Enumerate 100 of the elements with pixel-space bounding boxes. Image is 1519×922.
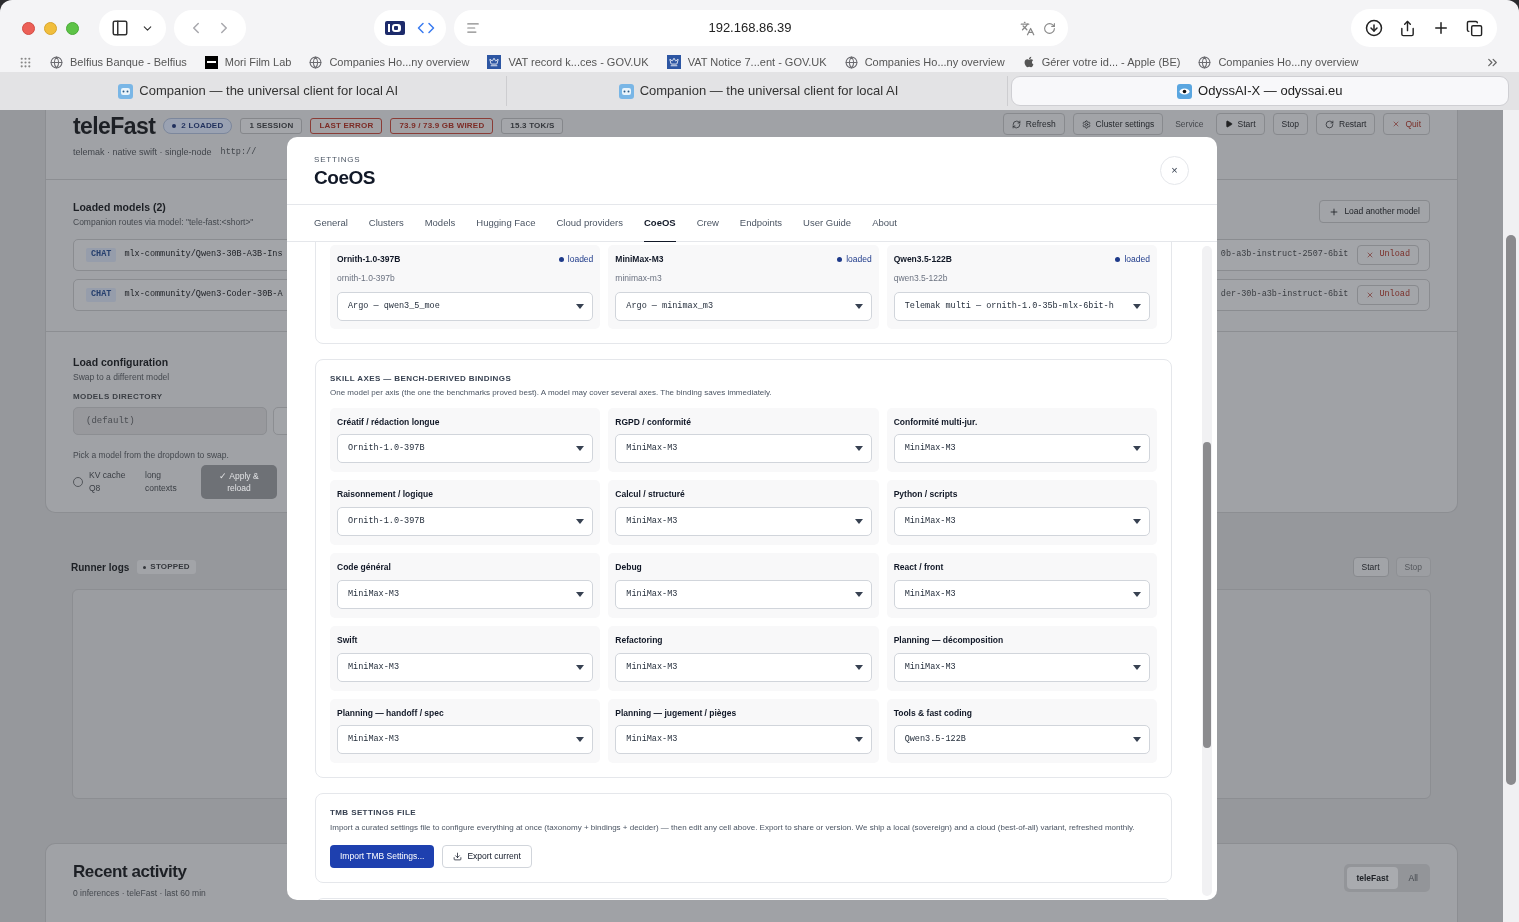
bookmark[interactable]: Belfius Banque - Belfius xyxy=(50,53,187,71)
filter-toggle[interactable]: teleFast xyxy=(1347,867,1398,889)
zoom-window-button[interactable] xyxy=(66,21,79,35)
start-button[interactable]: Start xyxy=(1215,113,1265,135)
section-subtitle: Companion routes via model: "tele-fast:<short>" xyxy=(73,215,254,229)
model-path: 0b-a3b-instruct-2507-6bit xyxy=(1220,248,1349,261)
translate-icon[interactable] xyxy=(1020,20,1035,36)
download-icon xyxy=(453,852,463,862)
bookmark[interactable]: VAT Notice 7...ent - GOV.UK xyxy=(666,53,827,71)
plus-icon xyxy=(1329,206,1340,217)
browser-tab[interactable]: OdyssAI-X — odyssai.eu xyxy=(1010,76,1509,106)
field-label: MODELS DIRECTORY xyxy=(73,390,163,403)
settings-tab[interactable]: Endpoints xyxy=(739,205,783,242)
bookmark[interactable]: Mori Film Lab xyxy=(204,53,292,71)
refresh-button[interactable]: Refresh xyxy=(1002,113,1065,135)
settings-tab[interactable]: User Guide xyxy=(803,205,852,242)
settings-tab[interactable]: CoeOS xyxy=(644,205,676,242)
scrollbar-thumb[interactable] xyxy=(1203,442,1211,748)
import-settings-button[interactable]: Import TMB Settings... xyxy=(330,845,435,869)
axis-label: Planning — handoff / spec xyxy=(337,706,445,720)
axis-label: Code général xyxy=(337,561,392,574)
load-model-button[interactable]: Load another model xyxy=(1319,200,1430,223)
settings-tab[interactable]: General xyxy=(314,205,348,242)
model-select[interactable]: MiniMax-M3 xyxy=(893,434,1150,464)
model-status: loaded xyxy=(558,253,594,266)
model-select[interactable]: MiniMax-M3 xyxy=(337,725,594,755)
page-menu-icon[interactable] xyxy=(466,21,480,35)
settings-tab[interactable]: Cloud providers xyxy=(556,205,623,242)
model-select[interactable]: Ornith-1.0-397B xyxy=(337,507,594,536)
model-select[interactable]: MiniMax-M3 xyxy=(615,725,872,755)
apps-grid-icon[interactable] xyxy=(19,55,32,69)
browser-tab[interactable]: Companion — the universal client for local AI xyxy=(510,76,1008,106)
quit-button[interactable]: Quit xyxy=(1383,113,1430,135)
model-select[interactable]: Argo — qwen3_5_moe xyxy=(337,291,594,321)
caret-icon xyxy=(854,737,863,743)
model-select[interactable]: Argo — minimax_m3 xyxy=(615,291,872,321)
status-badge: 73.9 / 73.9 GB WIRED xyxy=(390,118,494,134)
model-select[interactable]: MiniMax-M3 xyxy=(615,507,872,536)
globe-icon xyxy=(1198,55,1212,69)
model-select[interactable]: Ornith-1.0-397B xyxy=(337,434,594,464)
tab-overview-icon[interactable] xyxy=(1466,19,1483,37)
globe-icon xyxy=(844,55,858,69)
export-button[interactable]: Export current xyxy=(442,845,532,869)
minimize-window-button[interactable] xyxy=(44,21,57,35)
reload-icon[interactable] xyxy=(1043,21,1056,35)
bookmark[interactable]: Companies Ho...ny overview xyxy=(844,53,1005,71)
stop-button[interactable]: Stop xyxy=(1272,113,1308,135)
caret-icon xyxy=(1133,303,1141,309)
cluster-subtitle: telemak · native swift · single-node xyxy=(73,146,212,159)
model-select[interactable]: Qwen3.5-122B xyxy=(893,725,1150,755)
start-button[interactable]: Start xyxy=(1352,557,1389,577)
extension-icon[interactable] xyxy=(385,21,405,35)
unload-button[interactable]: Unload xyxy=(1357,284,1419,305)
model-select[interactable]: MiniMax-M3 xyxy=(615,579,872,609)
model-select[interactable]: MiniMax-M3 xyxy=(615,434,872,464)
bookmark[interactable]: Companies Ho...ny overview xyxy=(1198,53,1359,71)
axis-label: Refactoring xyxy=(615,633,664,647)
model-select[interactable]: MiniMax-M3 xyxy=(893,507,1150,536)
restart-button[interactable]: Restart xyxy=(1316,113,1376,135)
model-name: Ornith-1.0-397B xyxy=(337,253,401,266)
model-select[interactable]: MiniMax-M3 xyxy=(893,652,1150,682)
axis-label: Tools & fast coding xyxy=(893,706,973,720)
model-select[interactable]: MiniMax-M3 xyxy=(337,579,594,609)
settings-tab[interactable]: Clusters xyxy=(368,205,404,242)
settings-tab[interactable]: Models xyxy=(424,205,456,242)
dialog-scrollbar[interactable] xyxy=(1202,246,1212,896)
model-select[interactable]: MiniMax-M3 xyxy=(615,652,872,682)
new-tab-icon[interactable] xyxy=(1432,19,1450,37)
settings-tab[interactable]: About xyxy=(872,205,897,242)
bookmark[interactable]: VAT record k...ces - GOV.UK xyxy=(487,53,649,71)
caret-icon xyxy=(1133,664,1141,670)
unload-button[interactable]: Unload xyxy=(1357,244,1419,265)
download-icon[interactable] xyxy=(1365,19,1383,37)
caret-icon xyxy=(1133,737,1141,743)
model-path: der-30b-a3b-instruct-6bit xyxy=(1220,288,1349,301)
globe-icon xyxy=(309,55,323,69)
cluster-url: http:// xyxy=(220,146,257,160)
bookmark[interactable]: Companies Ho...ny overview xyxy=(309,53,470,71)
model-name: MiniMax-M3 xyxy=(615,253,664,266)
share-icon[interactable] xyxy=(1399,19,1416,37)
settings-tab[interactable]: Crew xyxy=(696,205,719,242)
address-bar[interactable]: 192.168.86.39 xyxy=(454,10,1068,46)
globe-icon xyxy=(50,55,63,69)
crown-icon xyxy=(666,55,681,69)
axis-label: Conformité multi-jur. xyxy=(893,415,979,429)
robot-icon xyxy=(618,83,634,99)
model-type-tag: CHAT xyxy=(86,287,117,302)
scrollbar-thumb[interactable] xyxy=(1506,235,1516,785)
model-select[interactable]: Telemak multi — ornith-1.0-35b-mlx-6bit-h xyxy=(893,291,1150,321)
caret-icon xyxy=(1133,519,1141,524)
settings-tab[interactable]: Hugging Face xyxy=(476,205,536,242)
settings-button[interactable]: Cluster settings xyxy=(1072,113,1164,135)
browser-tab[interactable]: Companion — the universal client for local AI xyxy=(10,76,508,106)
close-window-button[interactable] xyxy=(22,21,35,35)
sidebar-toggle-button[interactable] xyxy=(99,10,166,46)
kv-cache-label: KV cache Q8 xyxy=(89,469,127,496)
model-select[interactable]: MiniMax-M3 xyxy=(893,579,1150,609)
page-scrollbar[interactable] xyxy=(1503,110,1519,922)
model-select[interactable]: MiniMax-M3 xyxy=(337,652,594,682)
bookmark[interactable]: Gérer votre id... - Apple (BE) xyxy=(1022,53,1181,71)
